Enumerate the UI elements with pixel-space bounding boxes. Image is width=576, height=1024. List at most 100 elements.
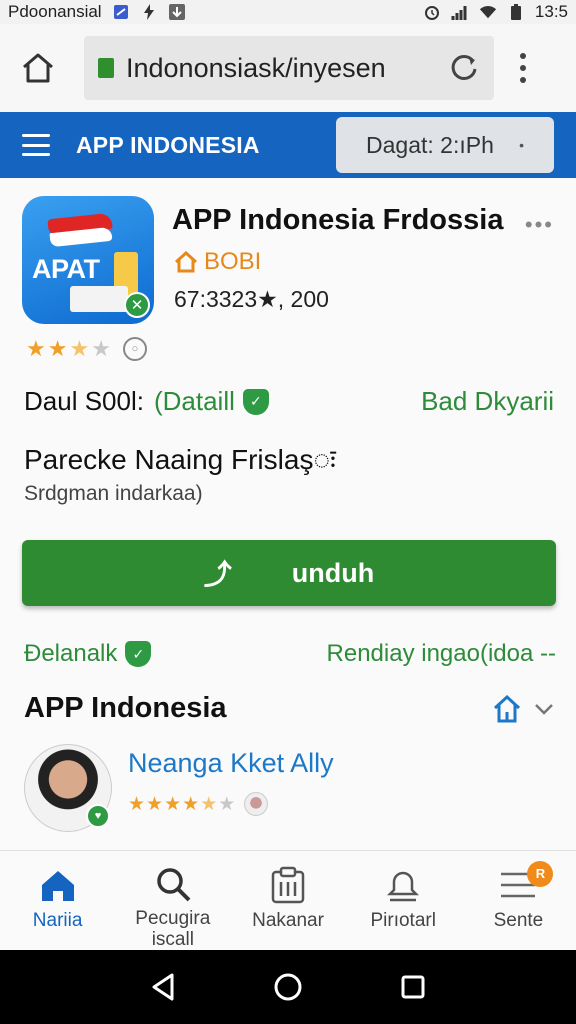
- verified-shield-icon: ✓: [242, 388, 269, 415]
- star-half-icon: ★: [200, 793, 218, 815]
- star-icon: ★: [164, 793, 182, 815]
- nav-label: Sente: [493, 910, 544, 931]
- url-text: Indononsiask/inyesen: [126, 52, 386, 83]
- browser-toolbar: Indononsiask/inyesen: [0, 24, 576, 112]
- star-icon: ★: [47, 336, 68, 361]
- nav-item-search[interactable]: Pecugira iscall: [115, 851, 230, 950]
- notification-icon: [112, 3, 130, 21]
- nav-label: Nakanar: [252, 910, 324, 931]
- home-outline-icon: [23, 53, 53, 83]
- browser-menu-button[interactable]: [508, 44, 538, 92]
- chevron-down-icon[interactable]: [532, 697, 556, 721]
- section-title: APP Indonesia: [24, 692, 227, 724]
- developer-row[interactable]: BOBI: [174, 248, 261, 276]
- back-triangle-icon: [152, 973, 174, 1001]
- bolt-icon: [140, 3, 158, 21]
- developer-name: BOBI: [204, 248, 262, 275]
- select-dot-icon: •: [519, 137, 524, 153]
- section-actions: [492, 694, 556, 724]
- bottom-navigation: Nariia Pecugira iscall Nakanar Pirıotarl…: [0, 850, 576, 950]
- more-options-icon[interactable]: •••: [525, 212, 554, 238]
- app-stats: 67:3323★, 200: [174, 286, 329, 312]
- app-icon-text: APAT: [32, 254, 100, 284]
- home-circle-icon: [274, 973, 302, 1001]
- menu-icon: R: [499, 861, 554, 905]
- star-icon: ★: [182, 793, 200, 815]
- download-status-icon: [168, 3, 186, 21]
- secure-lock-icon: [98, 58, 114, 78]
- star-icon: ★: [146, 793, 164, 815]
- clock-time: 13:5: [534, 2, 568, 21]
- feature-subheading: Srdgman indarkaa): [24, 482, 203, 505]
- download-button[interactable]: ⤴ unduh: [22, 540, 556, 606]
- home-icon: [38, 865, 78, 905]
- hamburger-menu-icon[interactable]: [22, 134, 50, 156]
- dot: [520, 77, 526, 83]
- details-right-link[interactable]: Bad Dkyarii: [421, 386, 554, 417]
- reload-icon: [451, 54, 477, 80]
- review-stars: ★ ★ ★ ★ ★ ★: [128, 792, 269, 816]
- signal-icon: [451, 3, 469, 21]
- left-link[interactable]: Đelanalk ✓: [24, 640, 152, 668]
- bar: [22, 134, 50, 137]
- star-half-icon: ★: [69, 336, 90, 361]
- details-row: Daul S00l: (Dataill ✓ Bad Dkyarii: [24, 386, 554, 417]
- review-card: ♥ Neanga Kket Ally ★ ★ ★ ★ ★ ★: [24, 744, 556, 854]
- verified-badge-icon: ♥: [86, 804, 110, 828]
- battery-icon: [507, 3, 525, 21]
- home-small-icon: [174, 251, 198, 273]
- language-select[interactable]: Dagat: 2:ıPh •: [336, 117, 554, 173]
- details-link[interactable]: (Dataill ✓: [154, 386, 269, 417]
- clipboard-icon: [269, 865, 307, 905]
- feature-heading: Parecke Naaing Frislaşः: [24, 444, 336, 475]
- language-select-value: Dagat: 2:ıPh: [366, 131, 494, 158]
- star-icon: ★: [128, 793, 146, 815]
- status-bar: Pdoonansial 13:5: [0, 0, 576, 24]
- recents-button[interactable]: [393, 967, 433, 1007]
- alarm-icon: [423, 3, 441, 21]
- search-icon: [154, 865, 192, 903]
- nav-item-notifications[interactable]: Pirıotarl: [346, 851, 461, 950]
- links-row: Đelanalk ✓ Rendiay ingao(idoa --: [24, 640, 556, 668]
- download-label: unduh: [291, 557, 375, 588]
- home-outline-blue-icon[interactable]: [492, 694, 522, 724]
- star-icon: ★: [26, 336, 46, 361]
- back-button[interactable]: [143, 967, 183, 1007]
- download-arrows-icon: ⤴: [203, 559, 232, 590]
- home-button[interactable]: [14, 44, 62, 92]
- app-header: APP INDONESIA Dagat: 2:ıPh •: [0, 112, 576, 178]
- nav-label: Nariia: [32, 910, 83, 931]
- star-empty-icon: ★: [91, 336, 111, 361]
- nav-item-clipboard[interactable]: Nakanar: [230, 851, 345, 950]
- reload-button[interactable]: [448, 52, 480, 84]
- rating-stars: ★ ★ ★ ★ ○: [26, 336, 147, 362]
- nav-item-menu[interactable]: R Sente: [461, 851, 576, 950]
- app-icon: APAT ✕: [22, 196, 154, 324]
- document-graphic: [70, 286, 128, 312]
- recents-square-icon: [401, 975, 425, 999]
- carrier-label: Pdoonansial: [8, 2, 102, 21]
- system-navigation-bar: [0, 950, 576, 1024]
- dot: [520, 53, 526, 59]
- dot: [520, 65, 526, 71]
- info-icon[interactable]: ○: [122, 337, 147, 361]
- bar: [22, 153, 50, 156]
- details-link-text: (Dataill: [153, 386, 235, 416]
- right-link[interactable]: Rendiay ingao(idoa --: [327, 640, 556, 668]
- wifi-icon: [479, 3, 497, 21]
- notification-badge: R: [527, 861, 554, 887]
- home-system-button[interactable]: [268, 967, 308, 1007]
- header-title: APP INDONESIA: [76, 131, 260, 158]
- nav-label: Pirıotarl: [370, 910, 436, 931]
- address-bar[interactable]: Indononsiask/inyesen: [84, 36, 494, 100]
- mini-avatar: [244, 792, 269, 816]
- reviewer-name[interactable]: Neanga Kket Ally: [128, 748, 334, 779]
- left-link-text: Đelanalk: [24, 640, 118, 667]
- bell-icon: [384, 865, 422, 905]
- check-badge-icon: ✕: [124, 292, 150, 318]
- nav-item-home[interactable]: Nariia: [0, 851, 115, 950]
- details-label: Daul S00l:: [24, 386, 144, 416]
- app-name: APP Indonesia Frdossia: [172, 204, 504, 236]
- nav-label: Pecugira iscall: [135, 908, 211, 950]
- star-empty-icon: ★: [218, 793, 236, 815]
